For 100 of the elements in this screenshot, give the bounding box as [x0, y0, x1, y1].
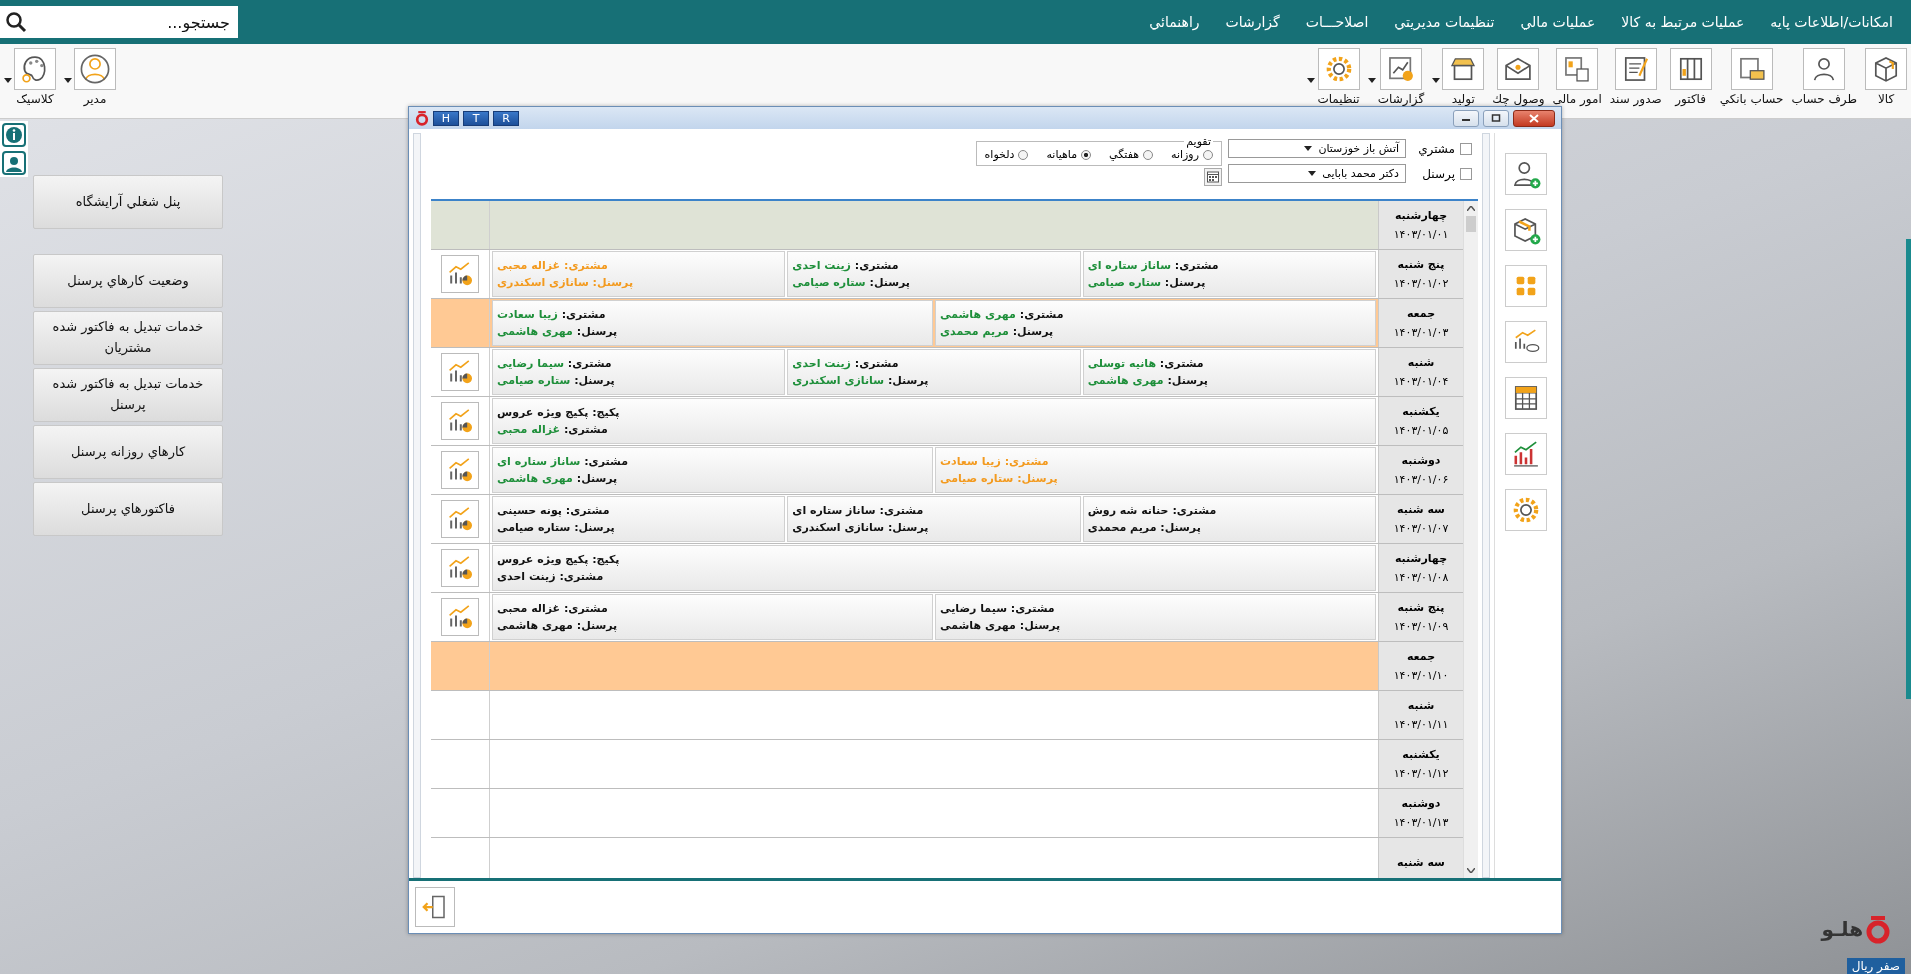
side-tool-button[interactable]	[1505, 377, 1547, 419]
dropdown-arrow-icon[interactable]	[1307, 78, 1316, 83]
filter-checkbox[interactable]	[1460, 167, 1472, 180]
menu-item[interactable]: عمليات مرتبط به کالا	[1621, 14, 1745, 30]
search-field[interactable]: جستجو...	[0, 6, 238, 38]
report-button[interactable]	[441, 549, 479, 587]
splitter-handle[interactable]	[1482, 133, 1490, 878]
menu-item[interactable]: تنظيمات مديريتي	[1394, 14, 1495, 30]
appointment-text: پرسنل: مریم محمدی	[940, 325, 1054, 338]
title-bar-button[interactable]: R	[493, 110, 519, 126]
appointment-card[interactable]: مشتری: سیما رضایی پرسنل: ستاره صیامی	[492, 349, 786, 395]
filter-checkbox[interactable]	[1460, 142, 1472, 155]
dropdown-arrow-icon[interactable]	[64, 78, 72, 83]
panel-button[interactable]: فاکتورهاي پرسنل	[33, 482, 223, 536]
close-icon	[1529, 113, 1539, 123]
menu-item[interactable]: گزارشات	[1225, 14, 1280, 30]
menu-item[interactable]: عمليات مالي	[1520, 14, 1596, 30]
dropdown-arrow-icon[interactable]	[1432, 78, 1441, 83]
close-button[interactable]	[1513, 109, 1555, 127]
appointment-text: پرسنل: مهری هاشمی	[497, 619, 618, 632]
scroll-down-icon[interactable]	[1467, 868, 1475, 873]
weekday-label: پنج شنبه	[1397, 601, 1445, 614]
appointment-card[interactable]: مشتری: ساناز ستاره ای پرسنل: مهری هاشمی	[492, 447, 933, 493]
weekday-label: شنبه	[1407, 699, 1435, 712]
filter-select[interactable]: آتش باز خوزستان	[1228, 139, 1406, 158]
scroll-up-icon[interactable]	[1467, 206, 1475, 211]
side-tool-button[interactable]	[1505, 321, 1547, 363]
view-radio[interactable]: ماهيانه	[1046, 148, 1092, 161]
scrollbar[interactable]	[1463, 201, 1478, 878]
report-button[interactable]	[441, 402, 479, 440]
side-tool-button[interactable]	[1505, 153, 1547, 195]
calendar-button[interactable]	[1204, 168, 1222, 186]
filter-select[interactable]: دکتر محمد بابایی	[1228, 164, 1406, 183]
side-tool-button[interactable]	[1505, 209, 1547, 251]
appointment-card[interactable]: مشتری: ساناز ستاره ای پرسنل: ستاره صیامی	[1082, 251, 1376, 297]
appointment-text: مشتری: ساناز ستاره ای	[792, 504, 924, 517]
panel-button[interactable]: کارهاي روزانه پرسنل	[33, 425, 223, 479]
appointment-text: پکیج: پکیج ویژه عروس	[497, 406, 620, 419]
date-label: ۱۴۰۳/۰۱/۰۵	[1393, 424, 1449, 437]
report-button[interactable]	[441, 500, 479, 538]
toolbar-button[interactable]: حساب بانکي	[1719, 48, 1784, 106]
appointment-card[interactable]: مشتری: سیما رضایی پرسنل: مهری هاشمی	[935, 594, 1376, 640]
date-label: ۱۴۰۳/۰۱/۰۴	[1393, 375, 1449, 388]
appointment-card[interactable]: مشتری: هانیه توسلی پرسنل: مهری هاشمی	[1082, 349, 1376, 395]
view-radio[interactable]: دلخواه	[984, 148, 1029, 161]
logo-mark-icon	[1865, 914, 1891, 944]
side-tool-button[interactable]	[1505, 433, 1547, 475]
appointment-card[interactable]: مشتری: حنانه شه روش پرسنل: مریم محمدی	[1082, 496, 1376, 542]
exit-button[interactable]	[415, 887, 455, 927]
weekday-label: پنج شنبه	[1397, 258, 1445, 271]
appointment-card[interactable]: مشتری: زینت احدی پرسنل: ستاره صیامی	[787, 251, 1081, 297]
info-icon[interactable]	[2, 123, 26, 147]
menu-item[interactable]: راهنمائي	[1149, 14, 1200, 30]
splitter-handle[interactable]	[413, 133, 421, 878]
dropdown-arrow-icon[interactable]	[4, 78, 12, 83]
side-tool-button[interactable]	[1505, 489, 1547, 531]
panel-button[interactable]: پنل شغلي آرايشگاه	[33, 175, 223, 229]
support-agent-icon[interactable]	[2, 151, 26, 175]
appointment-card[interactable]: پکیج: پکیج ویژه عروس مشتری: زینت احدی	[492, 545, 1376, 591]
weekday-label: چهارشنبه	[1394, 552, 1448, 565]
date-label: ۱۴۰۳/۰۱/۰۹	[1393, 620, 1449, 633]
view-radio[interactable]: هفتگي	[1109, 148, 1154, 161]
menu-item[interactable]: اصلاحـــات	[1305, 14, 1369, 30]
report-button[interactable]	[441, 598, 479, 636]
view-radio[interactable]: روزانه	[1171, 148, 1213, 161]
weekday-label: یکشنبه	[1402, 748, 1440, 761]
panel-button[interactable]: خدمات تبديل به فاکتور شده مشتريان	[33, 311, 223, 365]
appointment-card[interactable]: مشتری: ساناز ستاره ای پرسنل: سانازی اسکندری	[787, 496, 1081, 542]
weekday-label: دوشنبه	[1401, 454, 1441, 467]
edge-handle[interactable]	[1906, 239, 1911, 699]
report-button[interactable]	[441, 353, 479, 391]
appointment-text: مشتری: زینت احدی	[497, 570, 604, 583]
date-label: ۱۴۰۳/۰۱/۱۳	[1393, 816, 1449, 829]
menu-item[interactable]: امکانات/اطلاعات پایه	[1770, 14, 1893, 30]
maximize-button[interactable]	[1483, 109, 1509, 127]
appointment-card[interactable]: مشتری: مهری هاشمی پرسنل: مریم محمدی	[935, 300, 1376, 346]
filter-label: مشتري	[1417, 141, 1455, 156]
title-bar-button[interactable]: T	[463, 110, 489, 126]
appointment-text: مشتری: پونه حسینی	[497, 504, 610, 517]
panel-button[interactable]: وضعيت کارهاي پرسنل	[33, 254, 223, 308]
appointment-text: مشتری: حنانه شه روش	[1087, 504, 1217, 517]
appointment-text: مشتری: سیما رضایی	[940, 602, 1055, 615]
report-button[interactable]	[441, 451, 479, 489]
report-button[interactable]	[441, 255, 479, 293]
appointment-card[interactable]: پکیج: پکیج ویژه عروس مشتری: غزاله محبی	[492, 398, 1376, 444]
appointment-card[interactable]: مشتری: زیبا سعادت پرسنل: مهری هاشمی	[492, 300, 933, 346]
appointment-card[interactable]: مشتری: زینت احدی پرسنل: سانازی اسکندری	[787, 349, 1081, 395]
minimize-button[interactable]	[1453, 109, 1479, 127]
toolbar-button[interactable]: طرف حساب	[1791, 48, 1857, 106]
appointment-card[interactable]: مشتری: غزاله محبی پرسنل: مهری هاشمی	[492, 594, 933, 640]
weekday-label: سه شنبه	[1397, 503, 1445, 516]
search-icon	[5, 11, 27, 33]
panel-button[interactable]: خدمات تبديل به فاکتور شده پرسنل	[33, 368, 223, 422]
appointment-text: پرسنل: ستاره صیامی	[497, 374, 615, 387]
date-label: ۱۴۰۳/۰۱/۰۷	[1393, 522, 1449, 535]
scroll-thumb[interactable]	[1466, 216, 1476, 232]
appointment-card[interactable]: مشتری: پونه حسینی پرسنل: ستاره صیامی	[492, 496, 786, 542]
dropdown-arrow-icon[interactable]	[1367, 78, 1376, 83]
title-bar-button[interactable]: H	[433, 110, 459, 126]
maximize-icon	[1491, 114, 1501, 122]
